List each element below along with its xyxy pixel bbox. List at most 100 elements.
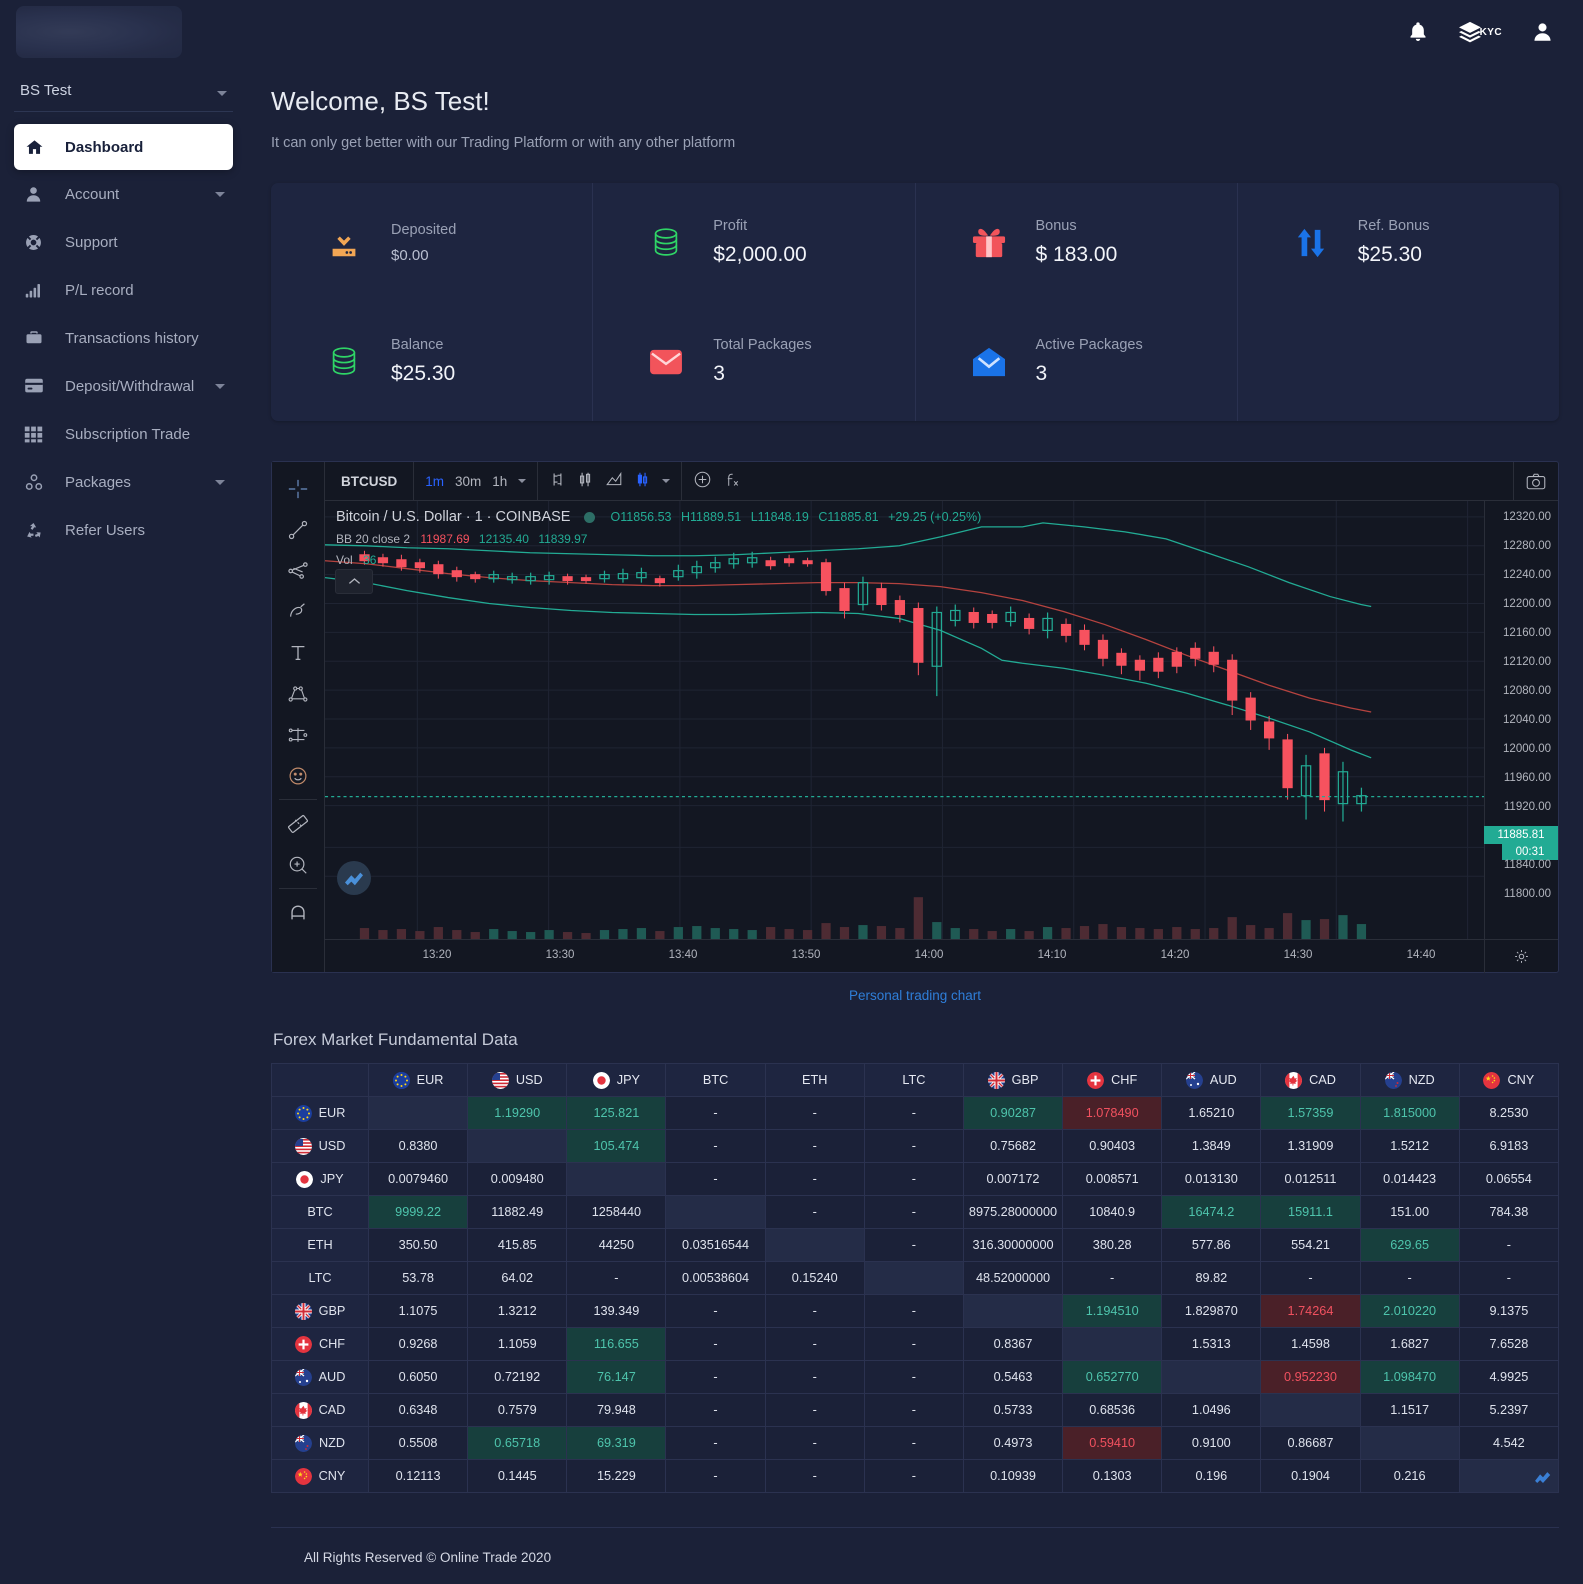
table-cell: - (863, 1129, 964, 1163)
zoom-in-icon[interactable] (278, 844, 318, 885)
chart-plot-row: Bitcoin / U.S. Dollar · 1 · COINBASE O11… (325, 501, 1558, 939)
table-cell: - (863, 1393, 964, 1427)
row-header-eth: ETH (271, 1228, 369, 1262)
gear-icon[interactable] (1484, 939, 1558, 973)
briefcase-icon (24, 327, 52, 349)
row-header-nzd: NZD (271, 1426, 369, 1460)
table-cell: - (1458, 1261, 1560, 1295)
bar-style-icon[interactable] (634, 471, 651, 491)
area-icon[interactable] (605, 471, 623, 491)
table-cell: 4.542 (1458, 1426, 1560, 1460)
tradingview-logo-icon[interactable] (337, 861, 371, 895)
bell-icon[interactable] (1408, 21, 1428, 43)
chart-price-axis[interactable]: 12320.00 12280.00 12240.00 12200.00 1216… (1484, 501, 1558, 939)
kyc-button[interactable]: KYC (1458, 21, 1502, 43)
header-label: JPY (616, 1073, 641, 1087)
chart-symbol[interactable]: BTCUSD (325, 461, 415, 501)
table-cell: 15911.1 (1260, 1195, 1361, 1229)
row-label: AUD (318, 1370, 346, 1384)
crosshair-icon[interactable] (278, 468, 318, 509)
magnet-icon[interactable] (278, 892, 318, 933)
header-cell-nzd: NZD (1359, 1063, 1460, 1097)
brush-icon[interactable] (278, 591, 318, 632)
sidebar-item-packages[interactable]: Packages (14, 458, 233, 506)
chart-canvas[interactable]: Bitcoin / U.S. Dollar · 1 · COINBASE O11… (325, 501, 1484, 939)
row-label: GBP (318, 1304, 346, 1318)
table-cell: 0.59410 (1062, 1426, 1163, 1460)
sidebar-item-transactions-history[interactable]: Transactions history (14, 314, 233, 362)
recycle-icon (24, 519, 52, 541)
formula-icon[interactable] (723, 471, 741, 492)
table-cell: - (863, 1459, 964, 1493)
header-cell-eur: EUR (367, 1063, 469, 1097)
table-cell: 415.85 (467, 1228, 568, 1262)
chevron-down-icon (215, 383, 225, 389)
sidebar: BS Test Dashboard Account Support P/L re… (0, 0, 247, 1584)
account-name: BS Test (20, 82, 72, 99)
table-cell: - (863, 1360, 964, 1394)
table-cell: - (764, 1426, 865, 1460)
time-tick: 14:30 (1283, 949, 1313, 961)
table-cell: - (665, 1459, 766, 1493)
user-avatar-icon[interactable] (1532, 21, 1553, 43)
table-cell: 0.4973 (962, 1426, 1064, 1460)
price-tick: 11840.00 (1503, 859, 1551, 871)
table-row: EUR 1.19290 125.821- - -0.90287 1.078490 1.652… (271, 1096, 1560, 1130)
sidebar-item-account[interactable]: Account (14, 170, 233, 218)
resolution-1m[interactable]: 1m (425, 474, 444, 489)
price-tick: 11920.00 (1503, 801, 1551, 813)
flag-usd (491, 1071, 509, 1089)
sidebar-item-dashboard[interactable]: Dashboard (14, 124, 233, 170)
table-cell (962, 1294, 1064, 1328)
chevron-up-icon[interactable] (335, 569, 373, 594)
chevron-down-icon[interactable] (518, 479, 527, 483)
personal-trading-chart-link[interactable]: Personal trading chart (271, 988, 1559, 1003)
stat-bonus: Bonus $ 183.00 (916, 183, 1237, 302)
chart-time-axis[interactable]: 13:20 13:30 13:40 13:50 14:00 14:10 14:2… (325, 939, 1558, 973)
table-row: CHF 0.9268 1.1059 116.655- - -0.8367 1.5313 1.4… (271, 1327, 1560, 1361)
logo[interactable] (0, 0, 247, 64)
table-cell: 76.147 (566, 1360, 667, 1394)
table-cell: 380.28 (1062, 1228, 1163, 1262)
tradingview-logo-icon[interactable] (1534, 1470, 1552, 1486)
sidebar-item-refer-users[interactable]: Refer Users (14, 506, 233, 554)
header-label: EUR (416, 1073, 444, 1087)
footer-text: All Rights Reserved © Online Trade 2020 (304, 1550, 552, 1565)
table-cell: - (863, 1228, 964, 1262)
table-cell: 0.10939 (962, 1459, 1064, 1493)
resolution-30m[interactable]: 30m (455, 474, 481, 489)
table-cell: - (863, 1195, 964, 1229)
header-label: CHF (1111, 1073, 1138, 1087)
table-cell: 0.00538604 (665, 1261, 766, 1295)
emoji-icon[interactable] (278, 755, 318, 796)
row-label: JPY (320, 1172, 344, 1186)
resolution-1h[interactable]: 1h (492, 474, 507, 489)
table-cell: 1.5212 (1359, 1129, 1460, 1163)
compare-icon[interactable] (549, 471, 566, 491)
trendline-icon[interactable] (278, 509, 318, 550)
sidebar-item-subscription-trade[interactable]: Subscription Trade (14, 410, 233, 458)
indicator-add-icon[interactable] (693, 470, 712, 492)
position-icon[interactable] (278, 714, 318, 755)
sidebar-item-pl-record[interactable]: P/L record (14, 266, 233, 314)
sidebar-item-deposit-withdrawal[interactable]: Deposit/Withdrawal (14, 362, 233, 410)
pattern-icon[interactable] (278, 673, 318, 714)
table-cell: 7.6528 (1458, 1327, 1560, 1361)
main-area: KYC Welcome, BS Test! It can only get be… (219, 0, 1583, 1584)
pitchfork-icon[interactable] (278, 550, 318, 591)
chevron-down-icon[interactable] (662, 479, 671, 483)
table-cell: 0.6348 (367, 1393, 469, 1427)
table-cell (764, 1228, 865, 1262)
table-cell (1458, 1459, 1560, 1493)
ruler-icon[interactable] (278, 803, 318, 844)
table-cell: 0.5463 (962, 1360, 1064, 1394)
account-selector[interactable]: BS Test (14, 82, 233, 112)
camera-icon[interactable] (1513, 461, 1558, 501)
candles-icon[interactable] (577, 471, 594, 491)
time-tick: 14:40 (1406, 949, 1436, 961)
text-icon[interactable] (278, 632, 318, 673)
table-cell: 1.6827 (1359, 1327, 1460, 1361)
table-row: USD 0.8380 105.474- - -0.75682 0.90403 1.3849 1… (271, 1129, 1560, 1163)
sidebar-item-support[interactable]: Support (14, 218, 233, 266)
flag-jpy (296, 1170, 314, 1188)
